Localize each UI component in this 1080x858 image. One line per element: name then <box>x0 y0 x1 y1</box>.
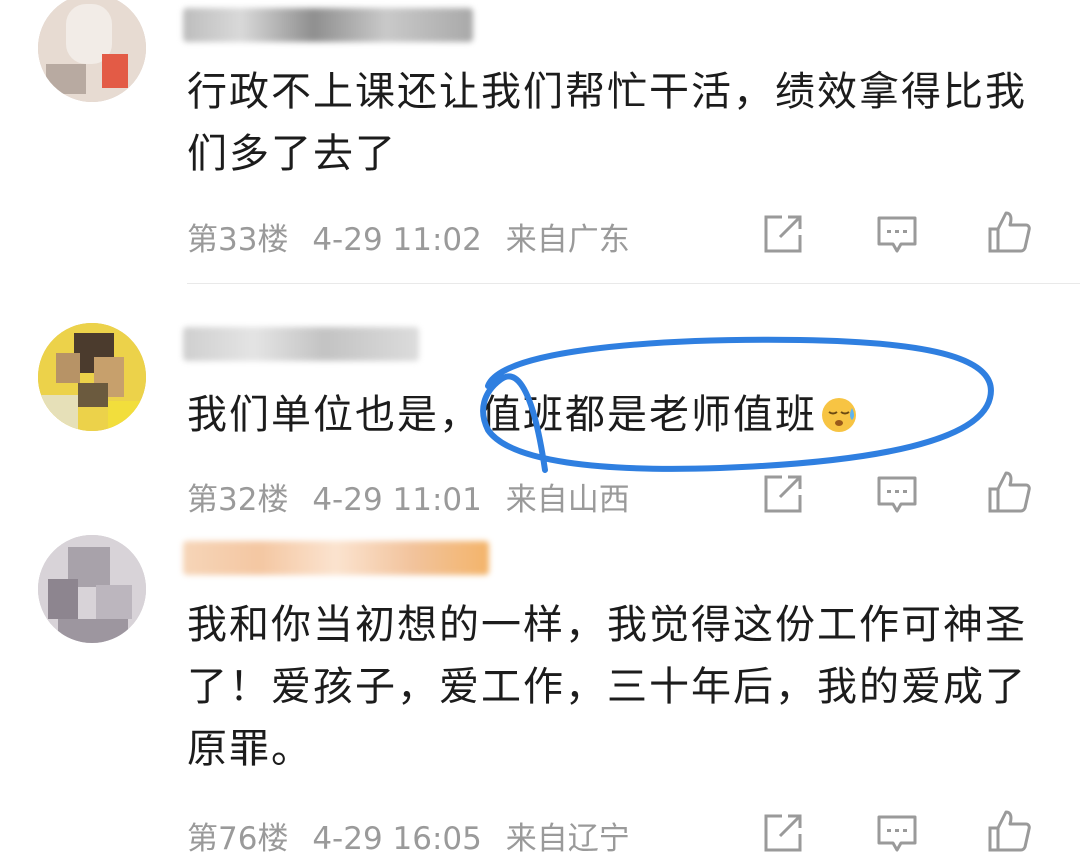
floor-number: 第32楼 <box>187 482 289 518</box>
floor-number: 第33楼 <box>187 222 289 258</box>
share-icon[interactable] <box>760 211 806 257</box>
comment-32: 我们单位也是，值班都是老师值班 第32楼 4-29 11:01 来自山西 <box>0 285 1080 518</box>
floor-number: 第76楼 <box>187 821 289 857</box>
comment-text: 行政不上课还让我们帮忙干活，绩效拿得比我们多了去了 <box>187 69 1027 177</box>
share-icon[interactable] <box>760 471 806 517</box>
location: 来自辽宁 <box>505 821 630 857</box>
timestamp: 4-29 11:02 <box>312 222 482 258</box>
comment-33: 行政不上课还让我们帮忙干活，绩效拿得比我们多了去了 第33楼 4-29 11:0… <box>0 0 1080 280</box>
comment-76: 我和你当初想的一样，我觉得这份工作可神圣了！爱孩子，爱工作，三十年后，我的爱成了… <box>0 515 1080 857</box>
comment-text-before: 我们单位也是， <box>187 392 481 438</box>
comment-text: 我们单位也是，值班都是老师值班 <box>187 384 1057 446</box>
reply-icon[interactable] <box>874 810 920 856</box>
sleepy-sweat-emoji <box>822 398 856 432</box>
reply-icon[interactable] <box>874 471 920 517</box>
thumbs-up-icon[interactable] <box>986 209 1032 255</box>
thumbs-up-icon[interactable] <box>986 808 1032 854</box>
comment-text: 我和你当初想的一样，我觉得这份工作可神圣了！爱孩子，爱工作，三十年后，我的爱成了… <box>187 602 1027 772</box>
comment-text-highlight: 值班都是老师值班 <box>481 392 817 438</box>
comment-meta: 第33楼 4-29 11:02 来自广东 <box>187 214 644 259</box>
timestamp: 4-29 16:05 <box>312 821 482 857</box>
timestamp: 4-29 11:01 <box>312 482 482 518</box>
avatar[interactable] <box>38 323 146 431</box>
reply-icon[interactable] <box>874 211 920 257</box>
location: 来自广东 <box>505 222 630 258</box>
thumbs-up-icon[interactable] <box>986 469 1032 515</box>
avatar[interactable] <box>38 0 146 102</box>
comment-meta: 第76楼 4-29 16:05 来自辽宁 <box>187 813 644 858</box>
location: 来自山西 <box>505 482 630 518</box>
share-icon[interactable] <box>760 810 806 856</box>
username-blurred[interactable] <box>183 541 489 575</box>
comment-meta: 第32楼 4-29 11:01 来自山西 <box>187 474 644 519</box>
username-blurred[interactable] <box>183 327 419 361</box>
avatar[interactable] <box>38 535 146 643</box>
username-blurred[interactable] <box>183 8 473 42</box>
divider <box>187 283 1080 284</box>
